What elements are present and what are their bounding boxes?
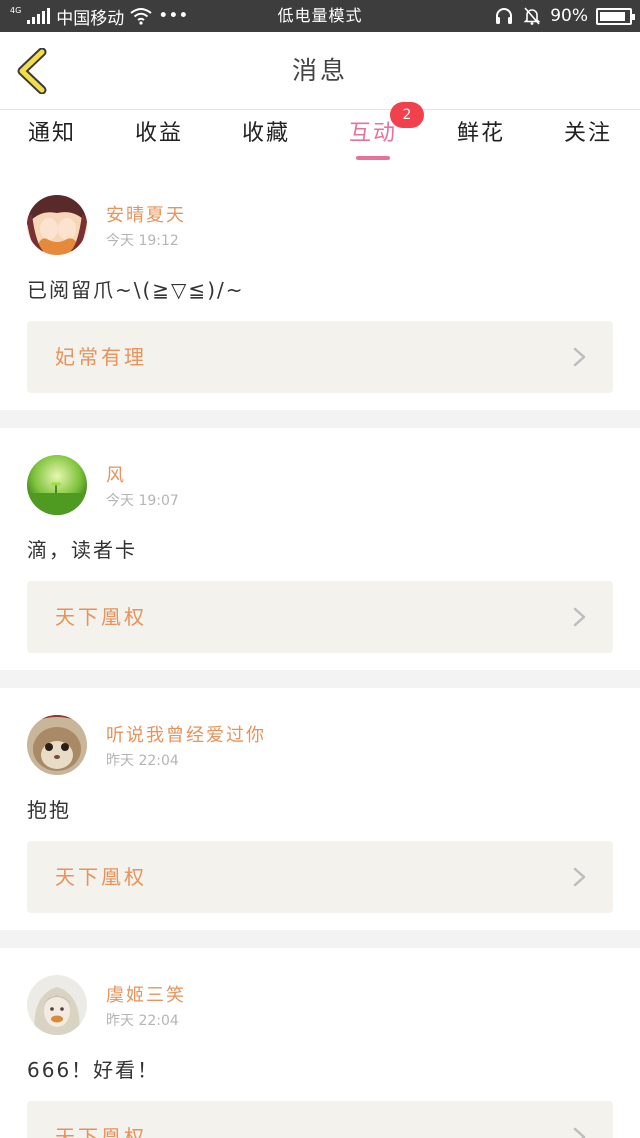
battery-percent: 90% (550, 6, 588, 26)
message-card: 安晴夏天 今天 19:12 已阅留爪~\(≧▽≦)/~ 妃常有理 (0, 168, 640, 410)
message-text: 滴，读者卡 (27, 538, 137, 562)
message-text: 666！好看！ (27, 1058, 160, 1082)
avatar[interactable] (27, 455, 87, 515)
timestamp: 今天 19:07 (106, 493, 179, 509)
back-button[interactable] (14, 47, 54, 95)
status-right: 90% (494, 0, 635, 32)
tab-earnings[interactable]: 收益 (114, 110, 204, 168)
avatar[interactable] (27, 715, 87, 775)
book-title: 天下凰权 (55, 1125, 147, 1138)
tab-label: 收益 (134, 121, 183, 146)
wifi-icon (130, 8, 152, 25)
card-divider (0, 930, 640, 948)
headphones-icon (496, 8, 513, 24)
tab-interactions[interactable]: 互动 2 (328, 102, 424, 168)
avatar[interactable] (27, 975, 87, 1035)
battery-fill (600, 11, 626, 21)
username[interactable]: 风 (106, 461, 126, 487)
more-dots: ••• (158, 6, 189, 26)
book-link[interactable]: 天下凰权 (27, 1101, 613, 1138)
chevron-right-icon (573, 867, 586, 887)
signal-icon (27, 8, 51, 24)
timestamp: 昨天 22:04 (106, 753, 179, 769)
book-title: 天下凰权 (55, 865, 147, 889)
book-link[interactable]: 妃常有理 (27, 321, 613, 393)
message-card: 听说我曾经爱过你 昨天 22:04 抱抱 天下凰权 (0, 688, 640, 930)
timestamp: 昨天 22:04 (106, 1013, 179, 1029)
tab-notifications[interactable]: 通知 (7, 110, 97, 168)
network-type: 4G (10, 5, 22, 15)
nav-header: 消息 (0, 32, 640, 110)
book-title: 妃常有理 (55, 345, 147, 369)
tab-following[interactable]: 关注 (543, 110, 633, 168)
message-card: 虞姬三笑 昨天 22:04 666！好看！ 天下凰权 (0, 948, 640, 1138)
tab-favorites[interactable]: 收藏 (221, 110, 311, 168)
tab-label: 关注 (563, 121, 612, 146)
chevron-right-icon (573, 607, 586, 627)
mute-bell-icon (523, 7, 541, 25)
tab-flowers[interactable]: 鲜花 (436, 110, 526, 168)
tab-label: 鲜花 (456, 121, 505, 146)
message-card: 风 今天 19:07 滴，读者卡 天下凰权 (0, 428, 640, 670)
username[interactable]: 安晴夏天 (106, 201, 186, 227)
tab-bar: 通知 收益 收藏 互动 2 鲜花 关注 (0, 102, 640, 168)
carrier-name: 中国移动 (56, 8, 125, 29)
card-divider (0, 410, 640, 428)
username[interactable]: 听说我曾经爱过你 (106, 721, 266, 747)
message-text: 抱抱 (27, 798, 71, 822)
status-left: 4G 中国移动 ••• (10, 0, 188, 32)
battery-icon (596, 7, 635, 25)
timestamp: 今天 19:12 (106, 233, 179, 249)
message-text: 已阅留爪~\(≧▽≦)/~ (27, 278, 245, 302)
page-title: 消息 (291, 56, 348, 85)
card-divider (0, 670, 640, 688)
username[interactable]: 虞姬三笑 (106, 981, 186, 1007)
book-link[interactable]: 天下凰权 (27, 581, 613, 653)
book-title: 天下凰权 (55, 605, 147, 629)
tab-label: 通知 (27, 121, 76, 146)
status-bar: 4G 中国移动 ••• 低电量模式 90% (0, 0, 640, 32)
message-list: 安晴夏天 今天 19:12 已阅留爪~\(≧▽≦)/~ 妃常有理 风 今天 19… (0, 168, 640, 1138)
avatar[interactable] (27, 195, 87, 255)
book-link[interactable]: 天下凰权 (27, 841, 613, 913)
back-chevron-icon (17, 47, 47, 95)
active-tab-indicator (356, 156, 390, 160)
unread-badge: 2 (390, 102, 424, 128)
tab-label: 收藏 (241, 121, 290, 146)
tab-label: 互动 (348, 121, 397, 146)
chevron-right-icon (573, 1127, 586, 1138)
chevron-right-icon (573, 347, 586, 367)
